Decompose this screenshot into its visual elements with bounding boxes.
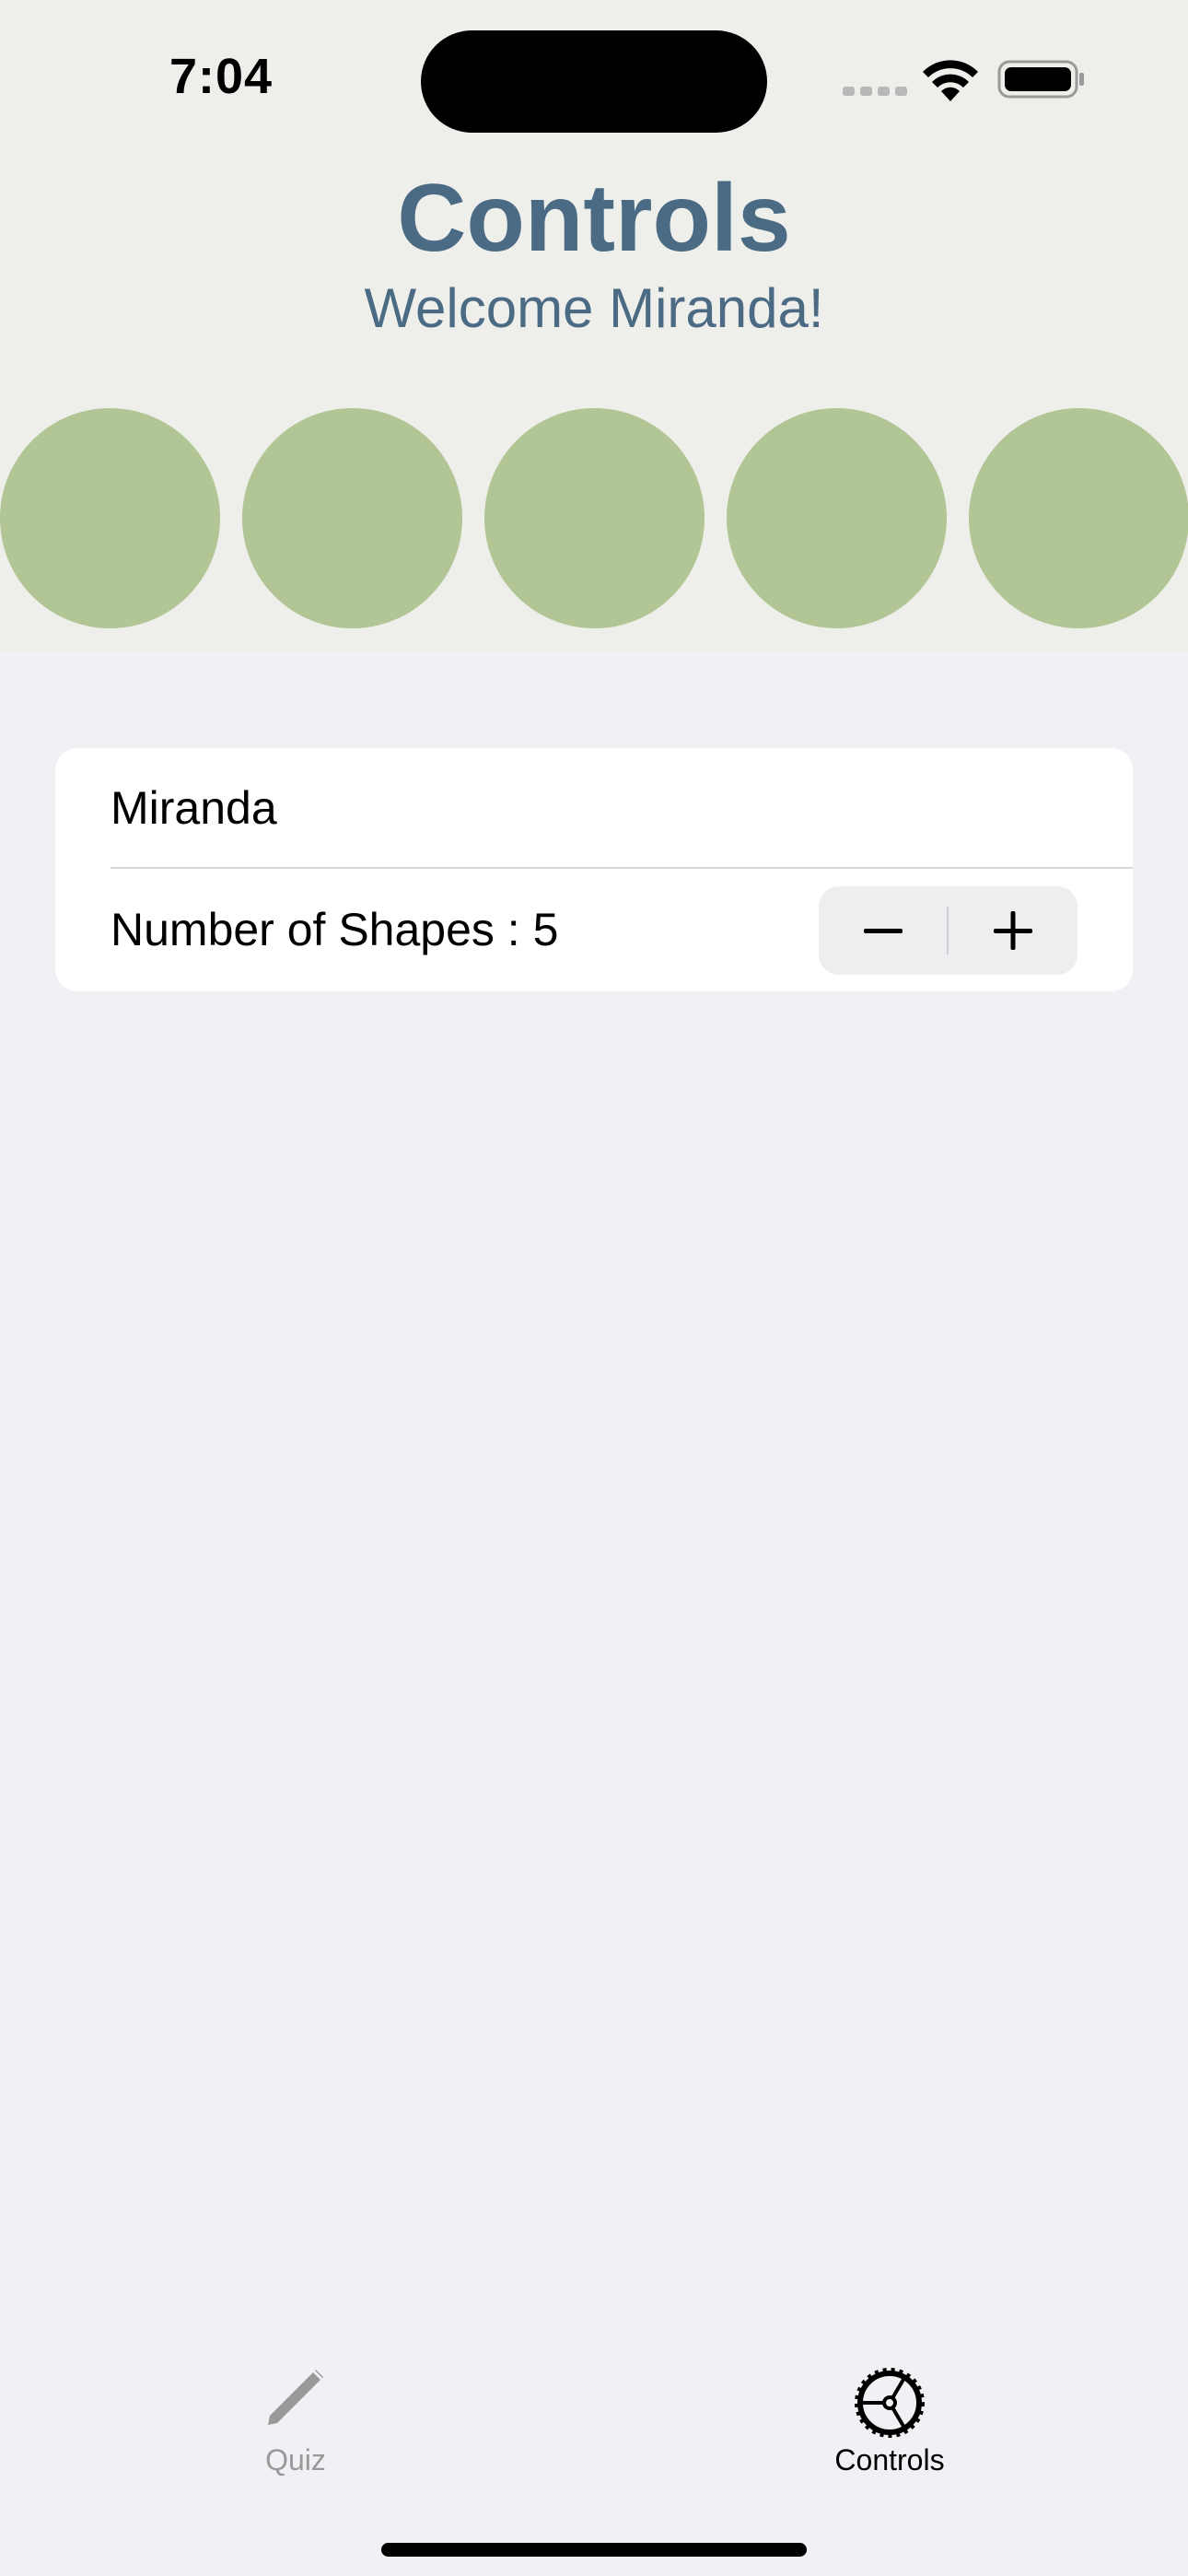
number-of-shapes-label: Number of Shapes : 5 (111, 904, 559, 955)
tab-controls[interactable]: Controls (798, 2340, 982, 2488)
steering-wheel-icon (855, 2368, 925, 2438)
shape-circle (969, 408, 1188, 628)
page-title: Controls (397, 165, 791, 272)
decrement-button[interactable] (819, 886, 948, 975)
increment-button[interactable] (949, 886, 1077, 975)
status-time: 7:04 (169, 49, 274, 104)
home-indicator (381, 2543, 807, 2557)
shape-circle (484, 408, 705, 628)
name-field[interactable] (111, 748, 1133, 868)
shapes-row (0, 408, 1188, 629)
tab-quiz[interactable]: Quiz (204, 2340, 388, 2488)
wifi-icon (923, 60, 978, 101)
battery-icon (997, 60, 1084, 99)
dynamic-island (421, 30, 767, 133)
shape-circle (242, 408, 462, 628)
shape-circle (0, 408, 220, 628)
minus-icon (864, 929, 903, 933)
tab-bar: Quiz Controls (0, 2340, 1188, 2576)
shapes-stepper[interactable] (819, 886, 1077, 975)
plus-icon (994, 911, 1032, 950)
app-screen: 7:04 Controls Welcome Miranda! Number of… (0, 0, 1188, 2576)
pencil-icon (268, 2370, 323, 2425)
shape-circle (727, 408, 947, 628)
tab-controls-label: Controls (834, 2443, 945, 2476)
cellular-signal-icon (843, 87, 907, 96)
welcome-subtitle: Welcome Miranda! (364, 277, 824, 339)
tab-quiz-label: Quiz (265, 2443, 326, 2476)
settings-card: Number of Shapes : 5 (55, 748, 1133, 991)
divider (111, 867, 1133, 869)
header: 7:04 Controls Welcome Miranda! (0, 0, 1188, 650)
